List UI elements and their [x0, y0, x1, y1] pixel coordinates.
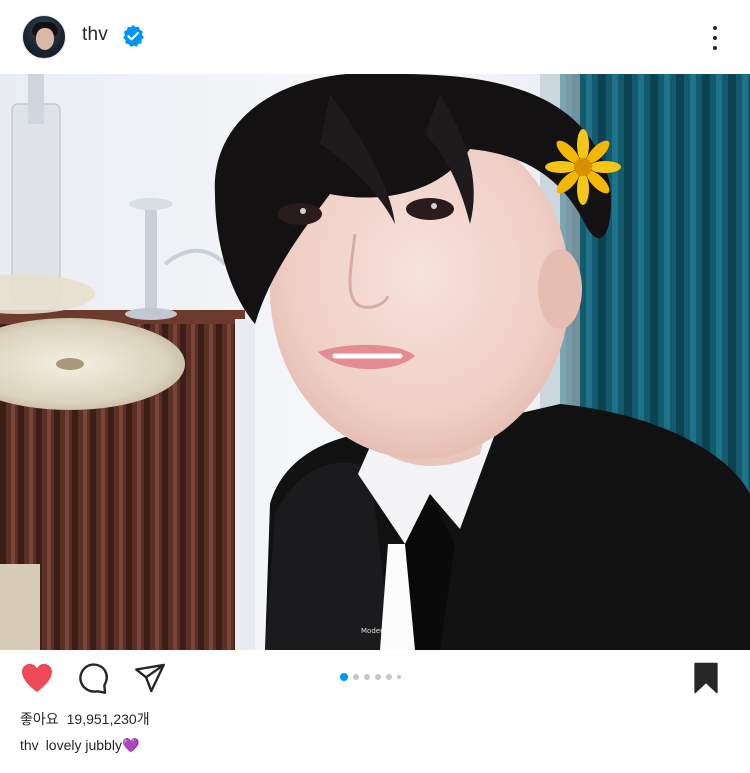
carousel-dot-1[interactable]	[340, 673, 348, 681]
heart-filled-icon[interactable]	[20, 662, 54, 694]
likes-number: 19,951,230개	[66, 711, 150, 727]
likes-label: 좋아요	[20, 711, 59, 727]
more-options-icon[interactable]	[704, 26, 726, 50]
likes-count[interactable]: 좋아요 19,951,230개	[20, 709, 150, 729]
caption: thv lovely jubbly💜	[20, 737, 139, 754]
instagram-post: thv Modeun 좋아요 19,951,230개 thv lovely ju…	[0, 0, 750, 773]
more-dot	[713, 46, 717, 50]
carousel-dot-2[interactable]	[353, 674, 359, 680]
avatar[interactable]	[22, 15, 66, 59]
send-icon[interactable]	[134, 663, 166, 693]
avatar-face	[36, 28, 54, 50]
post-photo[interactable]: Modeun	[0, 74, 750, 650]
verified-badge-icon	[123, 24, 144, 47]
caption-text: lovely jubbly💜	[45, 737, 140, 753]
photo-watermark: Modeun	[361, 627, 389, 635]
more-dot	[713, 36, 717, 40]
carousel-dot-5[interactable]	[386, 674, 392, 680]
comment-icon[interactable]	[77, 662, 109, 694]
username[interactable]: thv	[82, 24, 108, 46]
caption-username[interactable]: thv	[20, 737, 39, 753]
photo-illustration	[0, 74, 750, 650]
more-dot	[713, 26, 717, 30]
action-bar	[0, 650, 750, 706]
carousel-dot-6[interactable]	[397, 675, 401, 679]
carousel-dot-4[interactable]	[375, 674, 381, 680]
bookmark-filled-icon[interactable]	[692, 662, 720, 694]
carousel-dot-3[interactable]	[364, 674, 370, 680]
carousel-indicator	[340, 672, 401, 682]
post-header: thv	[0, 0, 750, 74]
